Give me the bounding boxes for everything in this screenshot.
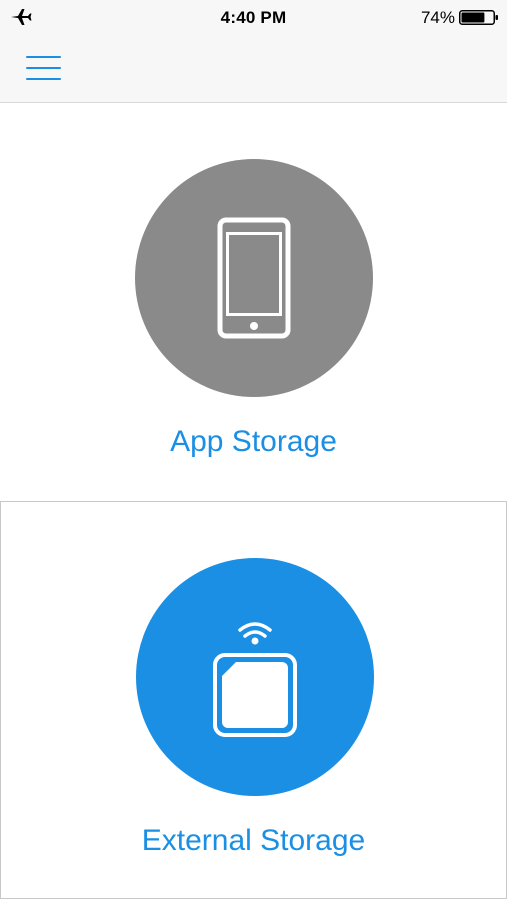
phone-icon <box>217 217 291 339</box>
battery-percentage: 74% <box>420 8 455 27</box>
menu-bar-line <box>26 78 61 80</box>
external-storage-option[interactable]: External Storage <box>0 501 507 899</box>
app-storage-label: App Storage <box>170 425 337 458</box>
app-storage-option[interactable]: App Storage <box>0 103 507 501</box>
status-bar: 4:40 PM 74% <box>0 0 507 34</box>
hamburger-menu-icon[interactable] <box>20 52 64 84</box>
app-storage-circle <box>135 159 373 397</box>
battery-icon <box>459 10 498 25</box>
menu-bar-line <box>26 67 61 69</box>
navigation-bar <box>0 34 507 103</box>
wireless-drive-icon <box>213 622 297 737</box>
external-storage-circle <box>136 558 374 796</box>
menu-bar-line <box>26 56 61 58</box>
screen: 4:40 PM 74% App Storage External Storage <box>0 0 507 900</box>
external-storage-label: External Storage <box>141 824 366 857</box>
